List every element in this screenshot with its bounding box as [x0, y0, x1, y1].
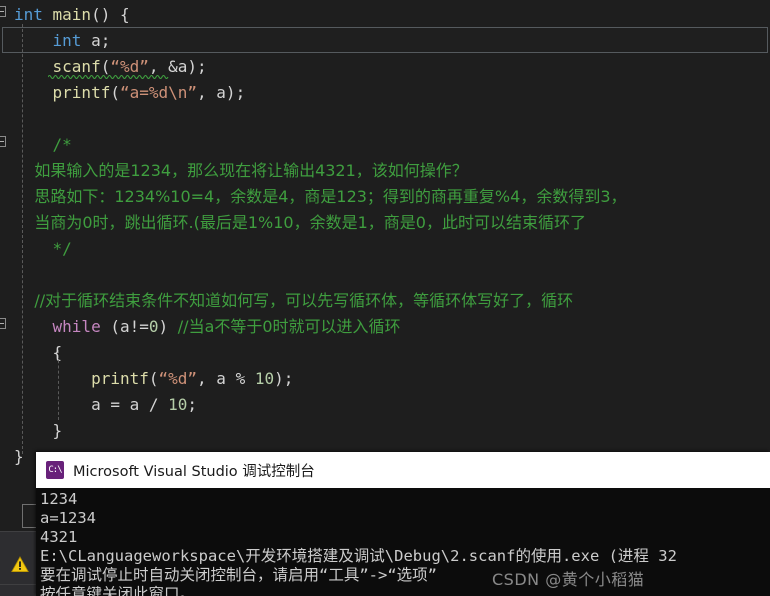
code-token: a = a /	[14, 395, 169, 414]
status-divider-bottom	[0, 584, 36, 585]
code-token: 如果输入的是1234，那么现在将让输出4321，该如何操作？	[14, 161, 468, 180]
console-output-line: 4321	[40, 528, 78, 546]
code-line[interactable]: }	[0, 418, 770, 444]
fold-marker-icon[interactable]	[0, 6, 6, 17]
vs-console-icon: C:\	[46, 461, 64, 479]
code-line[interactable]: while (a!=0) //当a不等于0时就可以进入循环	[0, 314, 770, 340]
console-output-area[interactable]: 1234 a=1234 4321 E:\CLanguageworkspace\开发环境…	[36, 488, 770, 596]
code-token: int	[14, 5, 53, 24]
code-line[interactable]: a = a / 10;	[0, 392, 770, 418]
error-squiggle-underline	[48, 74, 170, 79]
code-line[interactable]: /*	[0, 132, 770, 158]
console-output-line: 按任意键关闭此窗口。	[40, 585, 196, 596]
code-token: //当a不等于0时就可以进入循环	[177, 317, 401, 336]
code-line[interactable]	[0, 262, 770, 288]
code-token: 10	[168, 395, 188, 414]
debug-console-window[interactable]: C:\ Microsoft Visual Studio 调试控制台 1234 a=…	[36, 452, 770, 596]
code-line[interactable]: int main() {	[0, 2, 770, 28]
indent-guide	[58, 350, 59, 420]
code-token: 10	[254, 369, 275, 388]
code-token: (a!=	[100, 317, 149, 336]
code-token: “%d”	[158, 369, 198, 388]
code-token: 当商为0时，跳出循环.(最后是1%10，余数是1，商是0，此时可以结束循环了	[14, 213, 586, 232]
code-token: 思路如下：1234%10=4，余数是4，商是123；得到的商再重复%4，余数得到…	[14, 187, 627, 206]
code-token: printf	[91, 369, 149, 388]
screen-root: int main() { int a; scanf(“%d”, &a); pri…	[0, 0, 770, 596]
fold-marker-icon[interactable]	[0, 318, 6, 329]
code-line-text: 思路如下：1234%10=4，余数是4，商是123；得到的商再重复%4，余数得到…	[14, 184, 627, 210]
code-line[interactable]: 思路如下：1234%10=4，余数是4，商是123；得到的商再重复%4，余数得到…	[0, 184, 770, 210]
console-output-line: 1234	[40, 490, 78, 508]
console-window-title: Microsoft Visual Studio 调试控制台	[73, 463, 315, 480]
code-line-text: a = a / 10;	[14, 392, 197, 418]
code-line[interactable]: */	[0, 236, 770, 262]
code-line[interactable]: 当商为0时，跳出循环.(最后是1%10，余数是1，商是0，此时可以结束循环了	[0, 210, 770, 236]
code-token: main	[52, 5, 92, 24]
code-token: )	[158, 317, 178, 336]
code-token: , a);	[197, 83, 246, 102]
code-line[interactable]	[0, 106, 770, 132]
code-line[interactable]: 如果输入的是1234，那么现在将让输出4321，该如何操作？	[0, 158, 770, 184]
code-token: //对于循环结束条件不知道如何写，可以先写循环体，等循环体写好了，循环	[14, 291, 574, 310]
code-token: “a=%d\n”	[119, 83, 198, 102]
code-line[interactable]: int a;	[0, 28, 770, 54]
console-titlebar[interactable]: C:\ Microsoft Visual Studio 调试控制台	[36, 452, 770, 488]
code-token: while	[52, 317, 101, 336]
code-line-text: int a;	[14, 28, 111, 54]
console-output-line: E:\CLanguageworkspace\开发环境搭建及调试\Debug\2.…	[40, 547, 677, 565]
code-token: (	[148, 369, 159, 388]
indent-guide	[22, 24, 23, 454]
code-token: int	[52, 31, 92, 50]
code-token: 0	[148, 317, 159, 336]
warning-triangle-icon[interactable]	[11, 556, 29, 573]
code-token: , a %	[197, 369, 255, 388]
code-token: );	[274, 369, 294, 388]
console-output-line: 要在调试停止时自动关闭控制台，请启用“工具”->“选项”	[40, 566, 437, 584]
fold-marker-icon[interactable]	[0, 136, 6, 147]
code-token: a;	[91, 31, 111, 50]
code-line-text: int main() {	[14, 2, 130, 28]
code-line[interactable]: //对于循环结束条件不知道如何写，可以先写循环体，等循环体写好了，循环	[0, 288, 770, 314]
code-line-text: //对于循环结束条件不知道如何写，可以先写循环体，等循环体写好了，循环	[14, 288, 573, 314]
code-token: ;	[187, 395, 198, 414]
console-output-line: a=1234	[40, 509, 96, 527]
code-line-text: while (a!=0) //当a不等于0时就可以进入循环	[14, 314, 401, 340]
code-line-text: printf(“a=%d\n”, a);	[14, 80, 246, 106]
code-line-text: 如果输入的是1234，那么现在将让输出4321，该如何操作？	[14, 158, 468, 184]
code-line[interactable]: printf(“%d”, a % 10);	[0, 366, 770, 392]
code-line-text: printf(“%d”, a % 10);	[14, 366, 293, 392]
status-divider-top	[0, 531, 36, 532]
code-line[interactable]: {	[0, 340, 770, 366]
code-token: () {	[91, 5, 130, 24]
code-token: printf	[52, 83, 111, 102]
code-line[interactable]: printf(“a=%d\n”, a);	[0, 80, 770, 106]
code-token: (	[110, 83, 120, 102]
code-line-text: 当商为0时，跳出循环.(最后是1%10，余数是1，商是0，此时可以结束循环了	[14, 210, 586, 236]
